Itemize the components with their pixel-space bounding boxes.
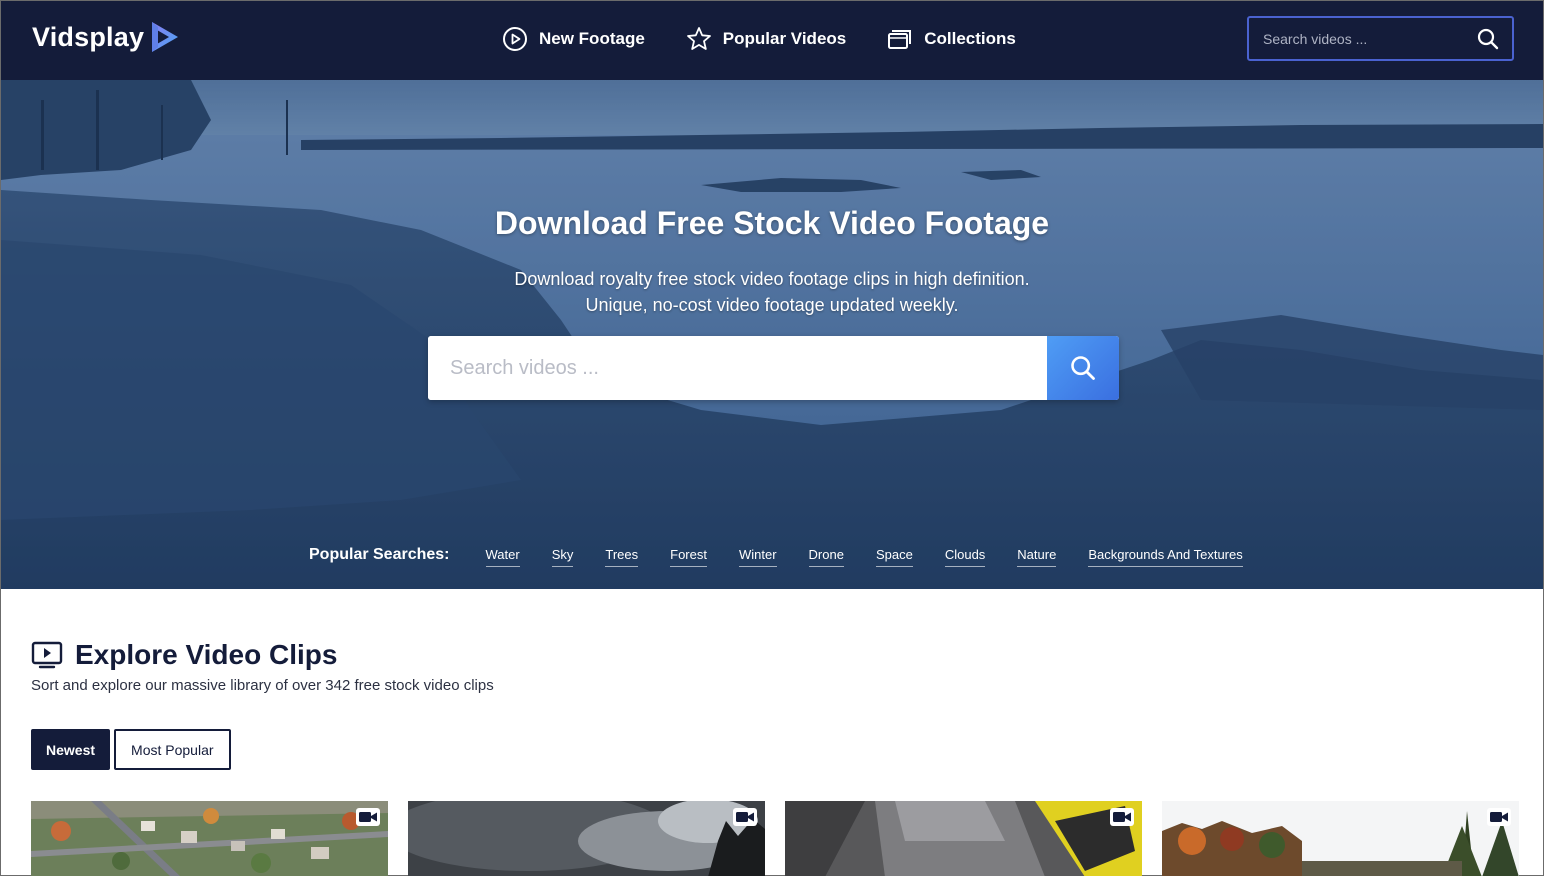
sort-tabs: Newest Most Popular [31,729,231,770]
nav-collections[interactable]: Collections [886,25,1016,53]
hero-subtitle-line-1: Download royalty free stock video footag… [514,269,1030,289]
thumbnail-image [408,801,765,876]
thumbnail-image [785,801,1142,876]
search-icon[interactable] [1476,27,1500,51]
popular-tag-space[interactable]: Space [875,547,913,567]
thumbnail-image [31,801,388,876]
sort-newest-button[interactable]: Newest [31,729,111,770]
play-circle-icon [503,27,527,51]
hero-subtitle: Download royalty free stock video footag… [1,266,1543,318]
hero-search-bar [428,336,1119,400]
popular-tag-drone[interactable]: Drone [808,547,844,567]
popular-tag-nature[interactable]: Nature [1017,547,1057,567]
header-search-input[interactable] [1249,30,1469,47]
video-camera-icon [359,812,377,822]
nav-popular-videos-label: Popular Videos [722,29,847,48]
star-icon [686,27,711,50]
video-card-autumn-trees[interactable] [1162,801,1519,876]
video-camera-icon [736,812,754,822]
explore-title: Explore Video Clips [75,639,338,670]
header-search [1247,16,1514,61]
top-navbar: Vidsplay New Footage Popular Videos Coll… [1,1,1543,80]
hero-background-image [1,80,1543,589]
hero-subtitle-line-2: Unique, no-cost video footage updated we… [585,295,959,315]
popular-tag-sky[interactable]: Sky [551,547,574,567]
hero-search-button[interactable] [1047,336,1119,400]
hero-banner: Download Free Stock Video Footage Downlo… [1,80,1543,589]
popular-tag-trees[interactable]: Trees [605,547,639,567]
video-camera-badge [1110,808,1134,826]
popular-searches-label: Popular Searches: [309,546,450,563]
hero-search-input[interactable] [428,336,1047,400]
search-icon [1071,356,1095,380]
collections-icon [888,30,912,49]
nav-collections-label: Collections [924,29,1016,48]
popular-tag-forest[interactable]: Forest [670,547,707,567]
popular-tag-backgrounds-and-textures[interactable]: Backgrounds And Textures [1088,547,1243,567]
video-card-storm-clouds[interactable] [408,801,765,876]
video-camera-badge [356,808,380,826]
video-camera-badge [733,808,757,826]
video-camera-icon [1490,812,1508,822]
popular-tag-winter[interactable]: Winter [738,547,777,567]
sort-most-popular-button[interactable]: Most Popular [114,729,231,770]
nav-popular-videos[interactable]: Popular Videos [685,25,846,53]
video-camera-badge [1487,808,1511,826]
main-nav: New Footage Popular Videos Collections [501,25,1056,53]
video-screen-icon [31,641,63,669]
nav-new-footage[interactable]: New Footage [501,25,645,53]
video-grid [31,801,1519,876]
brand-name: Vidsplay [32,21,145,52]
thumbnail-image [1162,801,1519,876]
video-camera-icon [1113,812,1131,822]
vidsplay-logo[interactable]: Vidsplay [32,19,182,55]
popular-tag-water[interactable]: Water [485,547,520,567]
popular-tag-clouds[interactable]: Clouds [944,547,986,567]
explore-header: Explore Video Clips [31,639,337,671]
video-card-aerial-neighborhood[interactable] [31,801,388,876]
video-card-machinery[interactable] [785,801,1142,876]
popular-searches: Popular Searches: Water Sky Trees Forest… [309,546,1275,567]
logo-play-icon [152,22,179,52]
explore-subtitle: Sort and explore our massive library of … [31,677,494,694]
hero-title: Download Free Stock Video Footage [494,205,1050,241]
nav-new-footage-label: New Footage [539,29,645,48]
